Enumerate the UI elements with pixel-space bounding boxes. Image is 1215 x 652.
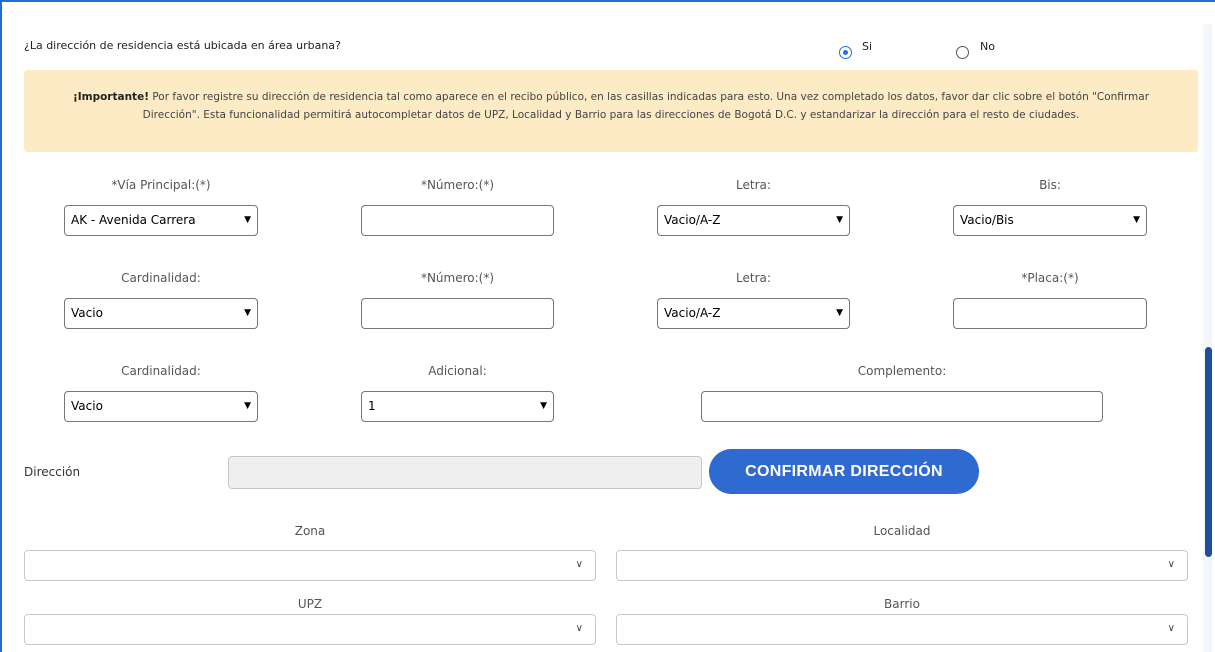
localidad-label: Localidad bbox=[873, 524, 931, 538]
chevron-down-icon: ▼ bbox=[244, 401, 251, 411]
cardinalidad-value-2: Vacio bbox=[71, 399, 103, 413]
via-principal-value: AK - Avenida Carrera bbox=[71, 213, 196, 227]
localidad-select[interactable]: ∨ bbox=[616, 550, 1188, 581]
adicional-label: Adicional: bbox=[428, 364, 487, 378]
numero-input-2[interactable] bbox=[361, 298, 554, 329]
complemento-input[interactable] bbox=[701, 391, 1103, 422]
bis-label: Bis: bbox=[1039, 178, 1061, 192]
letra-label-2: Letra: bbox=[736, 271, 771, 285]
cardinalidad-label-1: Cardinalidad: bbox=[121, 271, 201, 285]
direccion-field[interactable] bbox=[228, 456, 702, 489]
letra-select-2[interactable]: Vacio/A-Z ▼ bbox=[657, 298, 850, 329]
direccion-label: Dirección bbox=[24, 465, 81, 479]
barrio-label: Barrio bbox=[884, 597, 920, 611]
via-principal-select[interactable]: AK - Avenida Carrera ▼ bbox=[64, 205, 258, 236]
placa-label: *Placa:(*) bbox=[1021, 271, 1079, 285]
radio-si-label: Si bbox=[862, 40, 873, 53]
chevron-down-icon: ▼ bbox=[540, 401, 547, 411]
upz-label: UPZ bbox=[297, 597, 323, 611]
chevron-down-icon: ▼ bbox=[244, 215, 251, 225]
complemento-label: Complemento: bbox=[857, 364, 947, 378]
important-notice: ¡Importante! Por favor registre su direc… bbox=[24, 70, 1198, 152]
letra-select-1[interactable]: Vacio/A-Z ▼ bbox=[657, 205, 850, 236]
chevron-down-icon: ∨ bbox=[1167, 559, 1175, 570]
cardinalidad-label-2: Cardinalidad: bbox=[121, 364, 201, 378]
numero-input-1[interactable] bbox=[361, 205, 554, 236]
placa-input[interactable] bbox=[953, 298, 1147, 329]
barrio-select[interactable]: ∨ bbox=[616, 614, 1188, 645]
zona-select[interactable]: ∨ bbox=[24, 550, 596, 581]
letra-value-1: Vacio/A-Z bbox=[664, 213, 721, 227]
letra-value-2: Vacio/A-Z bbox=[664, 306, 721, 320]
numero-label-1: *Número:(*) bbox=[420, 178, 495, 192]
chevron-down-icon: ▼ bbox=[836, 215, 843, 225]
adicional-value: 1 bbox=[368, 399, 376, 413]
radio-si[interactable] bbox=[839, 46, 852, 59]
radio-no[interactable] bbox=[956, 46, 969, 59]
confirm-address-button[interactable]: CONFIRMAR DIRECCIÓN bbox=[709, 449, 979, 494]
numero-label-2: *Número:(*) bbox=[420, 271, 495, 285]
zona-label: Zona bbox=[294, 524, 326, 538]
bis-value: Vacio/Bis bbox=[960, 213, 1014, 227]
chevron-down-icon: ▼ bbox=[836, 308, 843, 318]
upz-select[interactable]: ∨ bbox=[24, 614, 596, 645]
chevron-down-icon: ▼ bbox=[244, 308, 251, 318]
scrollbar-thumb[interactable] bbox=[1205, 347, 1212, 557]
notice-text: Por favor registre su dirección de resid… bbox=[142, 91, 1150, 121]
chevron-down-icon: ▼ bbox=[1133, 215, 1140, 225]
radio-no-label: No bbox=[980, 40, 995, 53]
chevron-down-icon: ∨ bbox=[575, 623, 583, 634]
chevron-down-icon: ∨ bbox=[1167, 623, 1175, 634]
urban-area-question: ¿La dirección de residencia está ubicada… bbox=[24, 39, 341, 52]
scrollbar-track[interactable] bbox=[1203, 24, 1212, 652]
bis-select[interactable]: Vacio/Bis ▼ bbox=[953, 205, 1147, 236]
cardinalidad-select-2[interactable]: Vacio ▼ bbox=[64, 391, 258, 422]
cardinalidad-select-1[interactable]: Vacio ▼ bbox=[64, 298, 258, 329]
adicional-select[interactable]: 1 ▼ bbox=[361, 391, 554, 422]
via-principal-label: *Vía Principal:(*) bbox=[111, 178, 211, 192]
notice-bold: ¡Importante! bbox=[72, 91, 149, 103]
chevron-down-icon: ∨ bbox=[575, 559, 583, 570]
cardinalidad-value-1: Vacio bbox=[71, 306, 103, 320]
letra-label-1: Letra: bbox=[736, 178, 771, 192]
